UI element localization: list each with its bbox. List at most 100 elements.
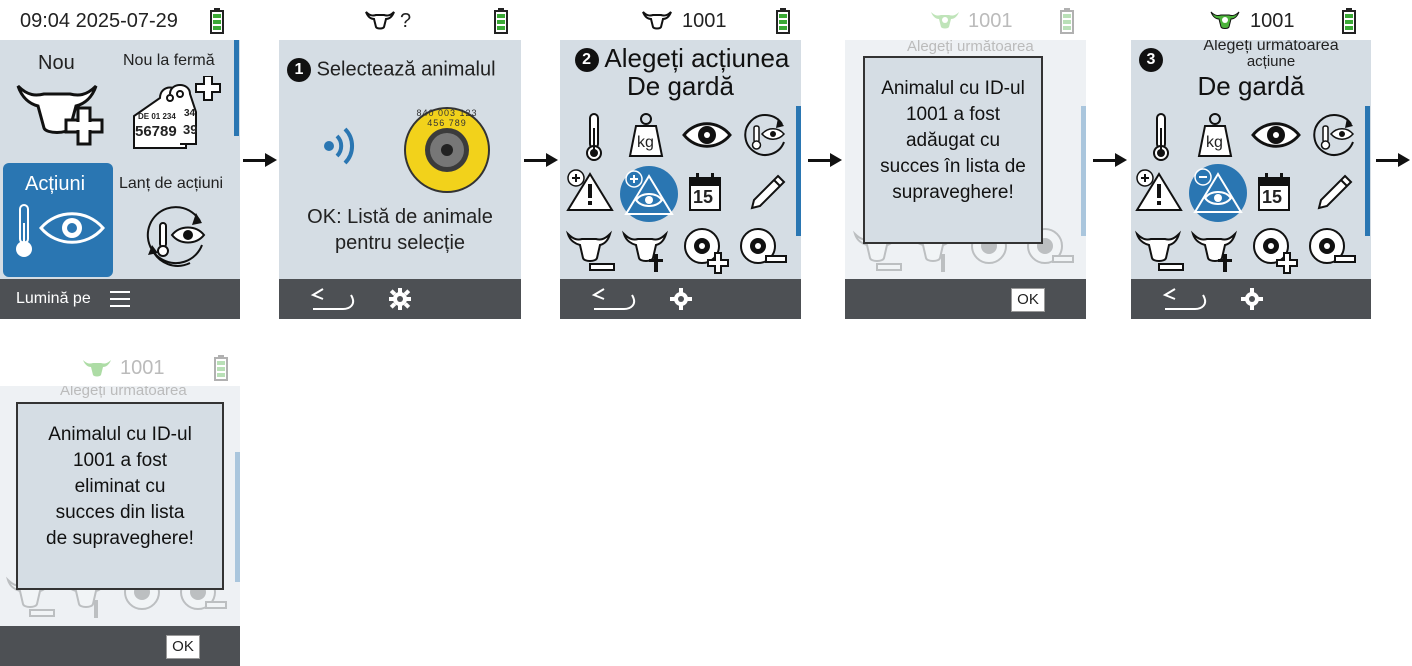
tile-actions-label: Acțiuni xyxy=(25,173,86,195)
scrollbar xyxy=(1081,106,1086,236)
cow-remove-icon[interactable] xyxy=(1135,230,1187,274)
heading-line-2: De gardă xyxy=(627,71,734,101)
warning-add-icon[interactable] xyxy=(1135,168,1183,212)
cycle-thermometer-eye-icon[interactable] xyxy=(740,110,790,160)
ear-tag-line1: DE 01 234 xyxy=(138,112,176,121)
watch-add-button[interactable] xyxy=(620,166,678,222)
gear-icon[interactable] xyxy=(389,288,411,310)
pencil-icon[interactable] xyxy=(1315,172,1355,212)
tile-action-chain-label: Lanț de acțiuni xyxy=(119,175,224,192)
dialog-line-3: adăugat cu xyxy=(905,130,1001,151)
dialog-line-1: Animalul cu ID-ul xyxy=(881,78,1025,99)
tag-add-icon[interactable] xyxy=(1251,226,1299,274)
weight-unit: kg xyxy=(1206,134,1223,151)
scrollbar[interactable] xyxy=(796,106,801,236)
screen-1-footer: Lumină pe xyxy=(0,279,240,319)
warning-add-icon[interactable] xyxy=(566,168,614,212)
screen-4-footer: OK xyxy=(845,279,1086,319)
heading-line-1: Alegeți acțiunea xyxy=(604,43,790,73)
menu-icon[interactable] xyxy=(110,291,130,307)
tag-add-icon[interactable] xyxy=(682,226,730,274)
screen-5-choose-next-action: 3 Alegeți următoarea acțiune De gardă kg… xyxy=(1131,40,1371,319)
screen-2-status: ? xyxy=(400,10,412,32)
hint-line-1: OK: Listă de animale xyxy=(307,206,493,228)
screen-2-select-animal: 1 Selectează animalul 840 003 123 456 78… xyxy=(279,40,521,319)
back-icon[interactable] xyxy=(309,287,355,311)
footer-light-label[interactable]: Lumină pe xyxy=(16,290,91,308)
dialog-line-2: 1001 a fost xyxy=(72,450,168,471)
screen-4-animal-id: 1001 xyxy=(968,10,1013,32)
cow-death-icon[interactable] xyxy=(622,230,672,274)
ear-tag-side-top: 34 xyxy=(184,108,196,119)
watch-remove-icon xyxy=(1193,168,1243,213)
scrollbar[interactable] xyxy=(234,40,239,136)
tile-new-farm[interactable]: Nou la fermă DE 01 234 56789 34 39 xyxy=(118,40,232,158)
tile-new-label: Nou xyxy=(38,52,75,74)
ok-button[interactable]: OK xyxy=(1011,288,1045,312)
tile-actions[interactable]: Acțiuni xyxy=(3,163,113,277)
dialog-line-1: Animalul cu ID-ul xyxy=(48,424,192,445)
back-icon[interactable] xyxy=(1161,287,1207,311)
faded-heading: Alegeți următoarea xyxy=(60,386,187,399)
dialog-line-5: de supraveghere! xyxy=(46,528,194,549)
dialog-line-4: succes din lista xyxy=(55,502,185,523)
heading-line-3: De gardă xyxy=(1197,71,1305,101)
tag-remove-icon[interactable] xyxy=(1307,226,1357,270)
battery-icon xyxy=(1060,8,1074,34)
tag-remove-icon[interactable] xyxy=(738,226,788,270)
thermometer-icon[interactable] xyxy=(582,112,606,162)
screen-6-animal-id: 1001 xyxy=(120,357,165,379)
cycle-thermometer-eye-icon xyxy=(146,206,206,267)
heading-line-2: acțiune xyxy=(1246,53,1296,70)
calendar-day: 15 xyxy=(1262,187,1283,207)
screen-4-added-confirmation: Alegeți următoarea Animalul cu ID-ul 100… xyxy=(845,40,1086,319)
faded-heading: Alegeți următoarea xyxy=(907,40,1034,55)
ear-tag-side-bottom: 39 xyxy=(183,122,198,137)
back-icon[interactable] xyxy=(590,287,636,311)
hint-line-2: pentru selecție xyxy=(334,232,466,254)
weight-unit: kg xyxy=(637,134,654,151)
dialog-line-3: eliminat cu xyxy=(74,476,166,497)
scrollbar[interactable] xyxy=(1365,106,1370,236)
screen-1-status-bar: 09:04 2025-07-29 xyxy=(20,2,178,40)
ok-button[interactable]: OK xyxy=(166,635,200,659)
cow-watch-icon xyxy=(1210,11,1240,29)
cycle-thermometer-eye-icon[interactable] xyxy=(1309,110,1359,160)
cow-watch-icon xyxy=(931,12,959,29)
watch-remove-button[interactable] xyxy=(1189,164,1247,222)
flow-arrow-icon xyxy=(524,153,558,167)
tile-new[interactable]: Nou xyxy=(0,40,116,158)
dialog-line-4: succes în lista de xyxy=(880,156,1026,177)
step-number: 1 xyxy=(287,58,311,82)
rfid-signal-icon xyxy=(324,127,355,165)
dialog-line-5: supraveghere! xyxy=(892,182,1014,203)
tile-new-farm-label: Nou la fermă xyxy=(123,52,215,69)
screen-1-main-menu: Nou Nou la fermă DE 01 234 56789 34 39 A… xyxy=(0,40,240,319)
battery-icon xyxy=(494,8,508,34)
pencil-icon[interactable] xyxy=(748,172,788,212)
confirmation-dialog: Animalul cu ID-ul 1001 a fost adăugat cu… xyxy=(863,56,1043,244)
thermometer-icon[interactable] xyxy=(1149,112,1173,162)
watch-add-icon xyxy=(624,170,674,215)
eye-icon[interactable] xyxy=(1251,120,1301,150)
screen-6-removed-confirmation: Alegeți următoarea Animalul cu ID-ul 100… xyxy=(0,386,240,666)
gear-icon[interactable] xyxy=(1241,288,1263,310)
screen-5-footer xyxy=(1131,279,1371,319)
cow-head-icon xyxy=(642,11,672,30)
cow-remove-icon[interactable] xyxy=(566,230,618,274)
tile-action-chain[interactable]: Lanț de acțiuni xyxy=(116,163,234,277)
screen-5-animal-id: 1001 xyxy=(1250,10,1295,32)
eye-icon xyxy=(39,212,105,244)
cow-death-icon[interactable] xyxy=(1191,230,1241,274)
eye-icon[interactable] xyxy=(682,120,732,150)
step-number: 3 xyxy=(1139,48,1163,72)
heading-line-1: Alegeți următoarea xyxy=(1203,40,1339,54)
ear-tag-digits: 840 003 123 456 789 xyxy=(416,108,478,128)
flow-arrow-icon xyxy=(243,153,277,167)
clock-time: 09:04 xyxy=(20,10,71,32)
dialog-line-2: 1001 a fost xyxy=(905,104,1001,125)
screen-3-animal-id: 1001 xyxy=(682,10,727,32)
confirmation-dialog: Animalul cu ID-ul 1001 a fost eliminat c… xyxy=(16,402,224,590)
calendar-day: 15 xyxy=(693,187,714,207)
gear-icon[interactable] xyxy=(670,288,692,310)
